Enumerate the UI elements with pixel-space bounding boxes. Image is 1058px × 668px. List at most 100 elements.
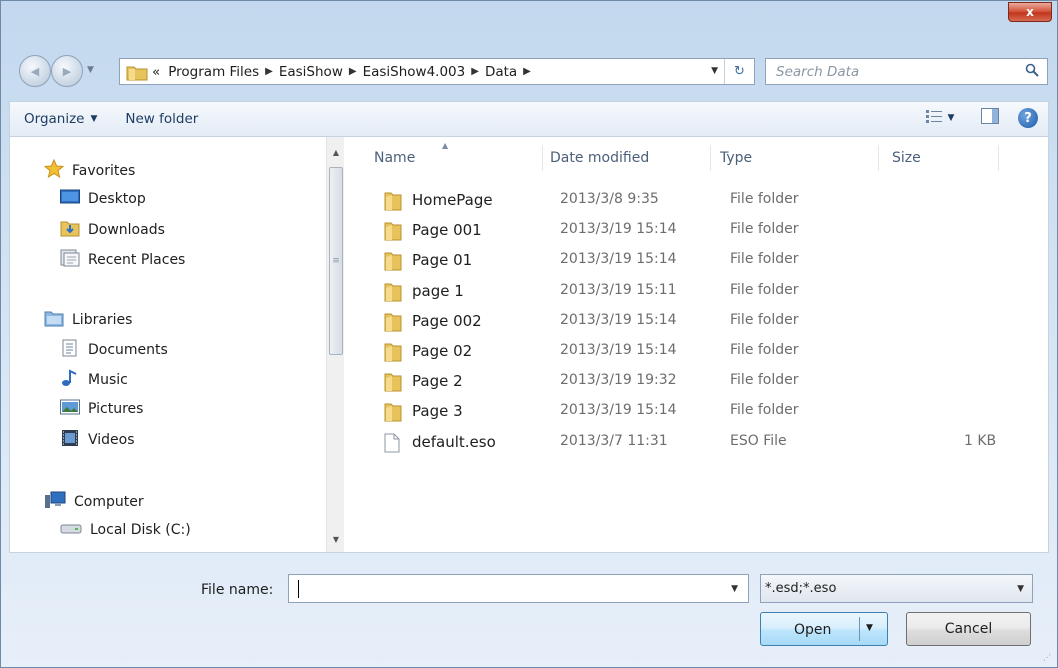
breadcrumb-separator-icon[interactable]: ▶ [349, 66, 357, 77]
scroll-thumb[interactable]: ≡ [329, 167, 343, 355]
nav-videos[interactable]: Videos [60, 429, 135, 451]
nav-recent-places-label: Recent Places [88, 252, 186, 268]
breadcrumb-easishow4003[interactable]: EasiShow4.003 [363, 64, 466, 80]
help-icon[interactable]: ? [1018, 108, 1038, 128]
nav-desktop-label: Desktop [88, 191, 146, 207]
search-input[interactable]: Search Data [765, 58, 1048, 85]
help-glyph: ? [1024, 110, 1032, 126]
breadcrumb-data[interactable]: Data [485, 64, 517, 80]
nav-pictures[interactable]: Pictures [60, 399, 143, 419]
nav-downloads[interactable]: Downloads [60, 219, 165, 241]
nav-computer[interactable]: Computer [44, 491, 144, 513]
nav-libraries-label: Libraries [72, 312, 133, 328]
close-button[interactable]: x [1008, 2, 1052, 22]
recent-locations-button[interactable]: ▼ [87, 65, 101, 79]
nav-documents-label: Documents [88, 342, 168, 358]
column-size-label: Size [892, 150, 921, 166]
file-list: Name ▲ Date modified Type Size HomePage 2… [352, 137, 1048, 552]
file-row[interactable]: page 1 2013/3/19 15:11 File folder [352, 276, 1048, 306]
hard-drive-icon [60, 521, 82, 539]
file-row[interactable]: Page 001 2013/3/19 15:14 File folder [352, 215, 1048, 245]
breadcrumb-program-files[interactable]: Program Files [168, 64, 259, 80]
file-row[interactable]: Page 2 2013/3/19 19:32 File folder [352, 366, 1048, 396]
search-icon[interactable] [1025, 63, 1039, 81]
recent-places-icon [60, 249, 80, 271]
file-date: 2013/3/19 15:14 [560, 402, 677, 419]
nav-recent-places[interactable]: Recent Places [60, 249, 185, 271]
file-row[interactable]: HomePage 2013/3/8 9:35 File folder [352, 185, 1048, 215]
nav-libraries[interactable]: Libraries [44, 309, 132, 331]
change-view-button[interactable]: ▼ [918, 108, 962, 128]
file-date: 2013/3/19 19:32 [560, 372, 677, 389]
breadcrumb-separator-icon[interactable]: ▶ [471, 66, 479, 77]
back-button[interactable]: ◀ [19, 55, 51, 87]
navigation-scrollbar[interactable]: ▲ ≡ ▼ [326, 137, 344, 552]
file-type-select[interactable]: *.esd;*.eso ▼ [760, 574, 1033, 603]
file-type: File folder [730, 402, 799, 419]
nav-local-disk[interactable]: Local Disk (C:) [60, 521, 191, 539]
forward-button[interactable]: ▶ [51, 55, 83, 87]
column-header-type[interactable]: Type [720, 150, 752, 166]
split-divider [859, 617, 860, 641]
file-type: File folder [730, 191, 799, 207]
cancel-button[interactable]: Cancel [906, 612, 1031, 646]
chevron-down-icon[interactable]: ▼ [731, 584, 738, 594]
file-row[interactable]: Page 3 2013/3/19 15:14 File folder [352, 396, 1048, 426]
column-divider[interactable] [542, 145, 543, 171]
file-name: page 1 [412, 281, 464, 300]
address-history-dropdown[interactable]: ▼ [711, 66, 718, 76]
file-row[interactable]: Page 02 2013/3/19 15:14 File folder [352, 336, 1048, 366]
resize-grip-icon[interactable]: ⋰ [1043, 653, 1055, 665]
column-header-size[interactable]: Size [892, 150, 921, 166]
file-name: default.eso [412, 432, 496, 451]
column-divider[interactable] [998, 145, 999, 171]
file-type: File folder [730, 311, 799, 328]
address-bar[interactable]: « Program Files ▶ EasiShow ▶ EasiShow4.0… [119, 58, 755, 85]
file-row[interactable]: Page 002 2013/3/19 15:14 File folder [352, 306, 1048, 336]
scroll-down-button[interactable]: ▼ [327, 530, 345, 548]
breadcrumb-easishow[interactable]: EasiShow [279, 64, 343, 80]
column-divider[interactable] [878, 145, 879, 171]
computer-icon [44, 491, 66, 513]
nav-documents[interactable]: Documents [60, 339, 168, 361]
refresh-button[interactable]: ↻ [724, 59, 754, 84]
file-date: 2013/3/19 15:14 [560, 221, 677, 238]
downloads-folder-icon [60, 219, 80, 241]
file-row[interactable]: Page 01 2013/3/19 15:14 File folder [352, 245, 1048, 275]
file-row[interactable]: default.eso 2013/3/7 11:31 ESO File 1 KB [352, 427, 1048, 457]
refresh-icon: ↻ [734, 64, 745, 79]
breadcrumb-overflow[interactable]: « [152, 64, 160, 80]
grip-icon: ≡ [332, 256, 340, 266]
toolbar-right-group: ▼ ? [918, 108, 1038, 128]
filename-label: File name: [201, 582, 274, 598]
file-name: Page 3 [412, 402, 463, 421]
nav-desktop[interactable]: Desktop [60, 189, 146, 209]
nav-music[interactable]: Music [60, 369, 128, 391]
file-name: HomePage [412, 191, 493, 209]
file-size: 1 KB [964, 432, 997, 449]
organize-button[interactable]: Organize ▼ [10, 111, 111, 127]
cancel-button-label: Cancel [944, 621, 993, 637]
open-button[interactable]: Open ▼ [760, 612, 888, 646]
chevron-down-icon[interactable]: ▼ [866, 623, 873, 633]
content-area: Favorites Desktop Downloads Recent Place… [9, 137, 1049, 553]
scroll-up-button[interactable]: ▲ [327, 143, 345, 161]
breadcrumb-separator-icon[interactable]: ▶ [523, 66, 531, 77]
filename-input[interactable]: ▼ [288, 574, 749, 603]
document-icon [384, 433, 402, 453]
file-date: 2013/3/8 9:35 [560, 191, 659, 207]
breadcrumb-separator-icon[interactable]: ▶ [265, 66, 273, 77]
dialog-footer: File name: ▼ *.esd;*.eso ▼ Open ▼ Cancel… [1, 554, 1058, 668]
file-type: ESO File [730, 432, 787, 449]
column-divider[interactable] [710, 145, 711, 171]
new-folder-button[interactable]: New folder [111, 111, 212, 127]
nav-favorites[interactable]: Favorites [43, 158, 135, 183]
new-folder-label: New folder [125, 111, 199, 127]
file-name: Page 01 [412, 251, 473, 270]
list-view-icon [925, 109, 942, 127]
column-header-name[interactable]: Name [374, 150, 415, 166]
nav-local-disk-label: Local Disk (C:) [90, 522, 191, 538]
preview-pane-button[interactable] [980, 108, 1000, 128]
file-date: 2013/3/19 15:14 [560, 311, 677, 328]
column-header-date[interactable]: Date modified [550, 150, 649, 166]
